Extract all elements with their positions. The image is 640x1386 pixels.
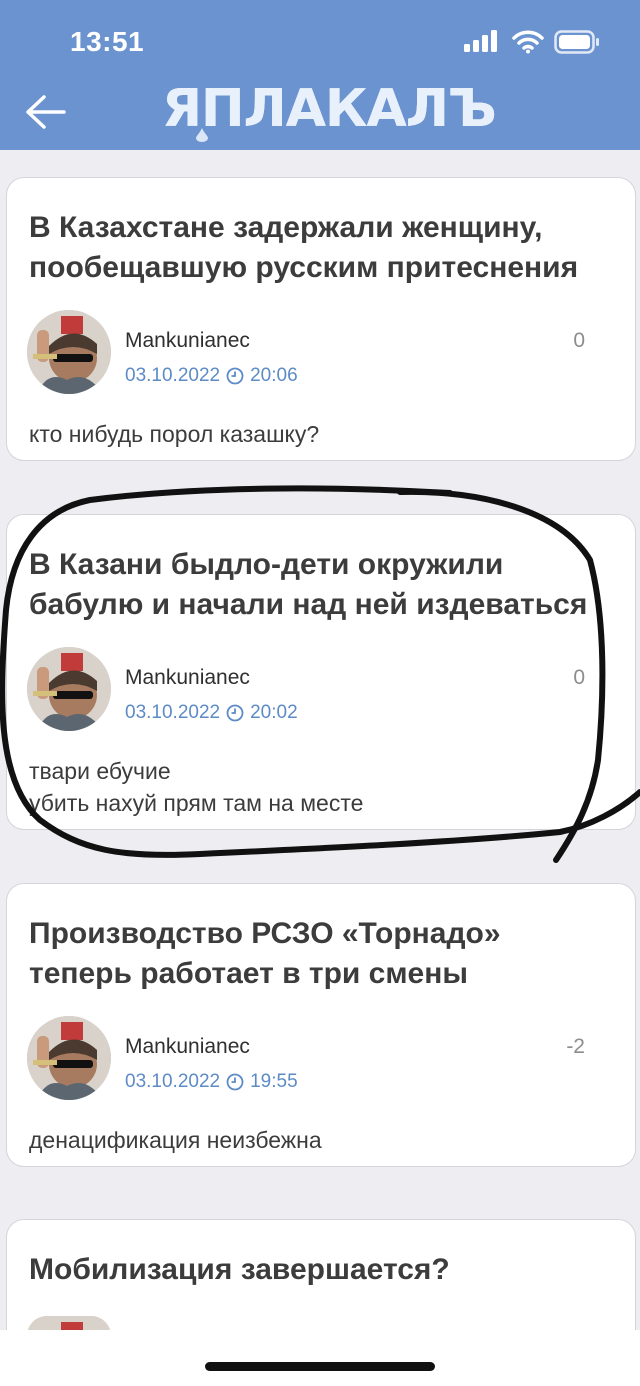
- arrow-left-icon: [26, 95, 66, 129]
- post-comment: твари ебучие убить нахуй прям там на мес…: [29, 758, 364, 816]
- post-time: 19:55: [250, 1071, 298, 1092]
- wifi-icon: [512, 30, 544, 54]
- post-meta: 03.10.2022 20:02: [125, 702, 298, 724]
- post-title[interactable]: Производство РСЗО «Торнадо» теперь работ…: [29, 914, 629, 994]
- avatar[interactable]: [27, 647, 111, 731]
- post-title[interactable]: В Казани быдло-дети окружили бабулю и на…: [29, 545, 629, 625]
- signal-icon: [464, 30, 497, 52]
- back-button[interactable]: [24, 92, 68, 132]
- logo-drop-icon: [196, 128, 208, 142]
- clock-icon: [226, 1073, 244, 1091]
- clock-icon: [226, 367, 244, 385]
- post-meta: 03.10.2022 19:55: [125, 1071, 298, 1093]
- post-comment: денацификация неизбежна: [29, 1127, 322, 1153]
- post-time: 20:02: [250, 702, 298, 723]
- post-comment: кто нибудь порол казашку?: [29, 421, 320, 447]
- post-meta: 03.10.2022 20:06: [125, 365, 298, 387]
- home-indicator[interactable]: [205, 1362, 435, 1371]
- post-date: 03.10.2022: [125, 1071, 221, 1092]
- post-time: 20:06: [250, 365, 298, 386]
- post-score: -2: [566, 1035, 585, 1058]
- post-title[interactable]: В Казахстане задержали женщину, пообещав…: [29, 208, 629, 288]
- post-author[interactable]: Mankunianec: [125, 329, 250, 353]
- post-author[interactable]: Mankunianec: [125, 666, 250, 690]
- post-score: 0: [573, 666, 585, 689]
- post-author[interactable]: Mankunianec: [125, 1035, 250, 1059]
- avatar[interactable]: [27, 310, 111, 394]
- post-date: 03.10.2022: [125, 702, 221, 723]
- post-card[interactable]: В Казани быдло-дети окружили бабулю и на…: [6, 514, 636, 830]
- home-area: [0, 1330, 640, 1386]
- post-score: 0: [573, 329, 585, 352]
- battery-icon: [554, 30, 599, 54]
- clock-icon: [226, 704, 244, 722]
- status-time: 13:51: [70, 26, 145, 57]
- post-title[interactable]: Мобилизация завершается?: [29, 1250, 629, 1290]
- post-date: 03.10.2022: [125, 365, 221, 386]
- site-logo[interactable]: ЯПЛАКАЛЪ: [162, 78, 497, 140]
- post-card[interactable]: Производство РСЗО «Торнадо» теперь работ…: [6, 883, 636, 1167]
- app-header: 13:51 ЯПЛАКАЛЪ: [0, 0, 640, 150]
- avatar[interactable]: [27, 1016, 111, 1100]
- post-card[interactable]: В Казахстане задержали женщину, пообещав…: [6, 177, 636, 461]
